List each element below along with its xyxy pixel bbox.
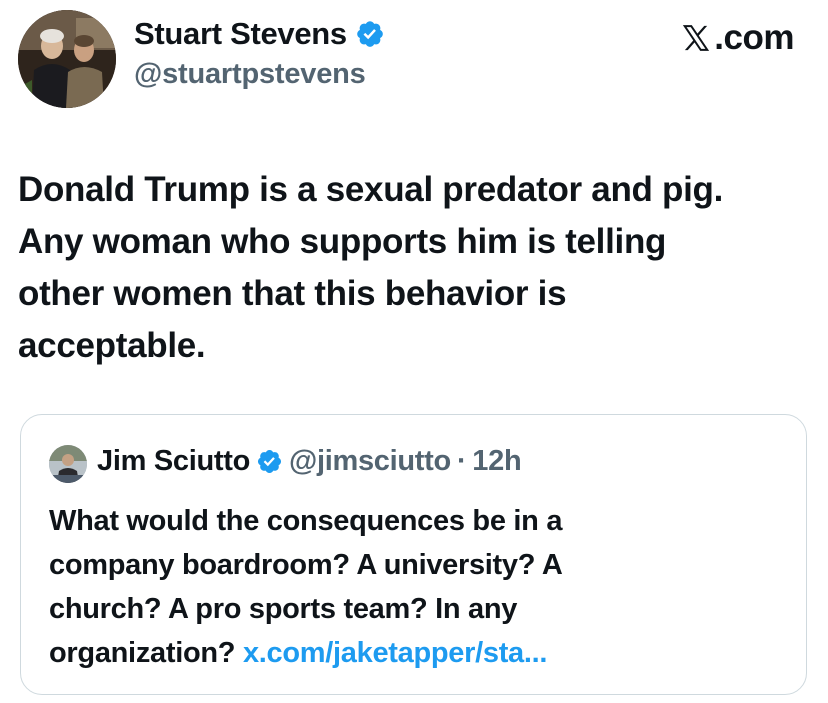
quoted-text-line: company boardroom? A university? A (49, 549, 563, 581)
tweet-text: Donald Trump is a sexual predator and pi… (18, 164, 818, 372)
x-brand: .com (680, 18, 794, 58)
tweet-text-line: Donald Trump is a sexual predator and pi… (18, 170, 724, 209)
author-avatar[interactable] (18, 10, 116, 108)
author-name-row: Stuart Stevens (134, 16, 385, 52)
quoted-author-name[interactable]: Jim Sciutto (97, 445, 250, 478)
author-handle[interactable]: @stuartpstevens (134, 58, 366, 91)
quoted-text-last-line: organization? x.com/jaketapper/sta... (49, 631, 789, 675)
verified-badge-icon (357, 21, 383, 47)
quoted-author-handle[interactable]: @jimsciutto (289, 445, 451, 478)
tweet-card: Stuart Stevens @stuartpstevens .com Dona… (0, 0, 828, 703)
quoted-text-line: organization? (49, 637, 236, 669)
quoted-tweet-header: Jim Sciutto @jimsciutto · 12h (97, 445, 522, 478)
tweet-text-line: other women that this behavior is (18, 274, 567, 313)
verified-badge-icon (257, 449, 282, 474)
header-separator: · (456, 445, 467, 477)
quoted-tweet[interactable]: Jim Sciutto @jimsciutto · 12h What would… (20, 414, 807, 695)
brand-text: .com (714, 18, 794, 57)
tweet-text-line: Any woman who supports him is telling (18, 222, 667, 261)
quoted-author-avatar[interactable] (49, 445, 87, 483)
quoted-avatar-photo-icon (49, 445, 87, 483)
x-logo-icon (683, 25, 710, 51)
quoted-tweet-link[interactable]: x.com/jaketapper/sta... (243, 637, 547, 669)
quoted-text-line: church? A pro sports team? In any (49, 593, 518, 625)
quoted-tweet-text: What would the consequences be in a comp… (49, 499, 789, 675)
author-name[interactable]: Stuart Stevens (134, 16, 347, 52)
quoted-text-line: What would the consequences be in a (49, 505, 563, 537)
quoted-tweet-time[interactable]: 12h (472, 445, 521, 478)
tweet-text-line: acceptable. (18, 326, 206, 365)
avatar-photo-icon (18, 10, 116, 108)
